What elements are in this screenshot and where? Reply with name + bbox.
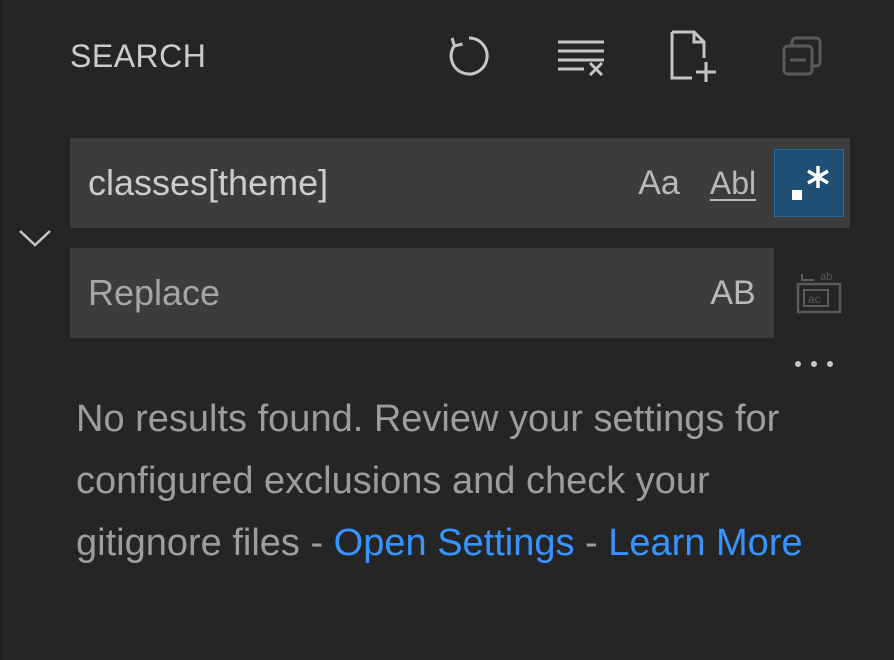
search-panel: SEARCH classes[theme] Aa Abl Replace AB …: [0, 0, 894, 660]
toggle-search-details-button[interactable]: [786, 346, 842, 382]
ellipsis-icon: [795, 361, 833, 367]
match-case-icon: Aa: [638, 163, 680, 202]
svg-text:ac: ac: [808, 292, 821, 306]
replace-all-button[interactable]: ab ac: [788, 262, 848, 322]
learn-more-link[interactable]: Learn More: [608, 522, 802, 564]
preserve-case-icon: AB: [710, 273, 756, 312]
replace-input[interactable]: [88, 270, 668, 316]
no-results-message: No results found. Review your settings f…: [76, 388, 866, 574]
new-file-icon: [670, 30, 716, 82]
replace-box: AB: [70, 248, 774, 338]
toggle-replace-button[interactable]: [12, 218, 58, 258]
collapse-all-icon: [782, 36, 822, 76]
new-search-editor-button[interactable]: [664, 28, 720, 84]
clear-all-icon: [558, 40, 604, 77]
regex-glyph-icon: [792, 166, 829, 200]
preserve-case-button[interactable]: AB: [698, 260, 768, 326]
whole-word-icon: Abl: [709, 164, 757, 201]
clear-results-button[interactable]: [552, 28, 608, 84]
open-settings-link[interactable]: Open Settings: [334, 522, 575, 564]
match-case-button[interactable]: Aa: [624, 150, 694, 216]
collapse-all-button[interactable]: [774, 28, 830, 84]
use-regex-button[interactable]: .*: [774, 149, 844, 217]
match-whole-word-button[interactable]: Abl: [698, 150, 768, 216]
refresh-button[interactable]: [441, 28, 497, 84]
panel-title: SEARCH: [70, 38, 207, 74]
chevron-down-icon: [19, 230, 51, 247]
link-separator: -: [574, 522, 609, 564]
panel-border: [0, 0, 3, 660]
search-box: Aa Abl .*: [70, 138, 850, 228]
refresh-icon: [449, 36, 489, 76]
search-input[interactable]: [88, 160, 608, 206]
svg-text:ab: ab: [820, 271, 832, 283]
replace-all-icon: ab ac: [796, 271, 842, 314]
